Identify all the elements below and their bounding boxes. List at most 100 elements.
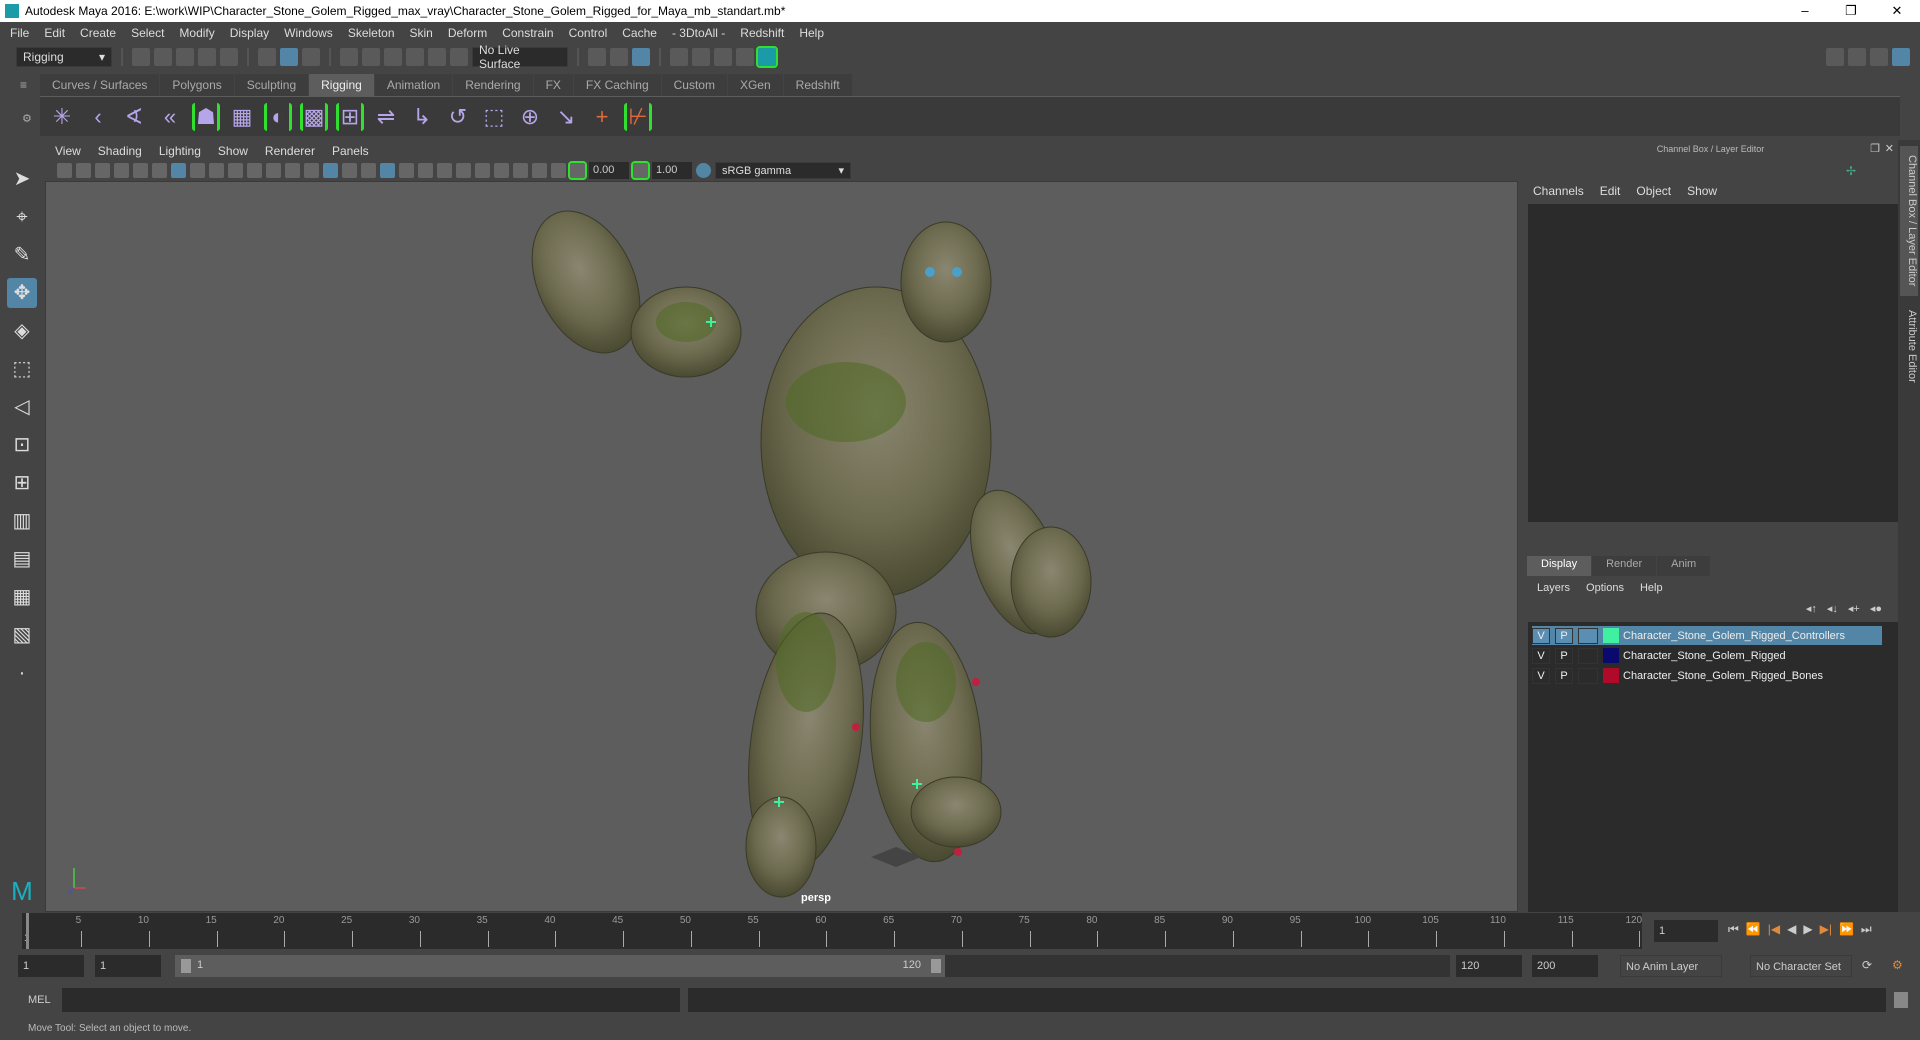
open-scene-icon[interactable] <box>154 48 172 66</box>
scale-tool-icon[interactable]: ⬚ <box>7 354 37 384</box>
current-frame-field[interactable]: 1 <box>1654 920 1718 942</box>
soft-select-icon[interactable]: ⊡ <box>7 430 37 460</box>
new-scene-icon[interactable] <box>132 48 150 66</box>
viewport-menu-panels[interactable]: Panels <box>332 144 369 158</box>
layout-four-icon[interactable]: ▥ <box>7 506 37 536</box>
layout-single-icon[interactable]: ⊞ <box>7 468 37 498</box>
grid-icon[interactable] <box>114 163 129 178</box>
visibility-toggle[interactable]: V <box>1532 627 1550 644</box>
menu-skin[interactable]: Skin <box>410 26 433 40</box>
layer-name[interactable]: Character_Stone_Golem_Rigged_Bones <box>1623 670 1823 682</box>
exposure-icon[interactable] <box>568 161 587 180</box>
bind-skin-icon[interactable]: ▦ <box>228 103 256 131</box>
safe-title-icon[interactable] <box>285 163 300 178</box>
shelf-tab-animation[interactable]: Animation <box>374 74 453 96</box>
pan-zoom-icon[interactable] <box>133 163 148 178</box>
restore-button[interactable]: ❐ <box>1828 0 1874 22</box>
dof-icon[interactable] <box>475 163 490 178</box>
insert-joint-icon[interactable]: ‹ <box>84 103 112 131</box>
shelf-tab-xgen[interactable]: XGen <box>727 74 783 96</box>
layer-tab-render[interactable]: Render <box>1592 556 1657 576</box>
field-chart-icon[interactable] <box>247 163 262 178</box>
quick-rig-icon[interactable]: ☗ <box>192 102 220 131</box>
menu-skeleton[interactable]: Skeleton <box>348 26 395 40</box>
channel-list[interactable] <box>1528 204 1898 522</box>
color-management-icon[interactable] <box>696 163 711 178</box>
channel-menu-edit[interactable]: Edit <box>1600 184 1621 198</box>
smooth-bind-icon[interactable]: ◐ <box>264 102 292 131</box>
tab-channel-box[interactable]: Channel Box / Layer Editor <box>1900 146 1918 296</box>
isolate-select-icon[interactable] <box>494 163 509 178</box>
new-layer-icon[interactable]: ◂+ <box>1848 602 1860 615</box>
move-layer-up-icon[interactable]: ◂↑ <box>1806 602 1817 615</box>
scale-constraint-icon[interactable]: ⬚ <box>480 103 508 131</box>
visibility-toggle[interactable]: V <box>1532 647 1550 664</box>
display-type-toggle[interactable] <box>1578 647 1598 664</box>
viewport-menu-renderer[interactable]: Renderer <box>265 144 315 158</box>
menu-cache[interactable]: Cache <box>622 26 657 40</box>
viewport-menu-show[interactable]: Show <box>218 144 248 158</box>
grid-toggle-icon[interactable] <box>171 163 186 178</box>
parent-constraint-icon[interactable]: ⇌ <box>372 103 400 131</box>
color-space-dropdown[interactable]: sRGB gamma ▾ <box>715 162 851 179</box>
preferences-icon[interactable]: ⚙ <box>1892 958 1903 972</box>
exposure-field[interactable]: 0.00 <box>589 162 629 179</box>
playback-start-field[interactable]: 1 <box>95 955 161 977</box>
range-start-handle[interactable] <box>181 959 191 973</box>
camera-attr-icon[interactable] <box>76 163 91 178</box>
menuset-dropdown[interactable]: Rigging ▾ <box>16 47 112 67</box>
menu-modify[interactable]: Modify <box>179 26 214 40</box>
pole-vector-icon[interactable]: ↘ <box>552 103 580 131</box>
play-backward-icon[interactable]: ◀ <box>1787 922 1796 937</box>
layer-row[interactable]: V P Character_Stone_Golem_Rigged <box>1532 646 1882 665</box>
layer-tab-anim[interactable]: Anim <box>1657 556 1711 576</box>
go-to-start-icon[interactable]: ⏮ <box>1728 922 1739 937</box>
display-type-toggle[interactable] <box>1578 627 1598 644</box>
create-joints-icon[interactable]: ✳ <box>48 103 76 131</box>
display-type-toggle[interactable] <box>1578 667 1598 684</box>
range-slider[interactable]: 1 120 <box>175 955 945 977</box>
move-tool-icon[interactable]: ✥ <box>7 278 37 308</box>
camera-icon[interactable] <box>57 163 72 178</box>
menu-file[interactable]: File <box>10 26 29 40</box>
grease-pencil-icon[interactable] <box>152 163 167 178</box>
step-forward-frame-icon[interactable]: ▶| <box>1820 922 1832 937</box>
motion-blur-icon[interactable] <box>437 163 452 178</box>
layout-outliner-icon[interactable]: ▦ <box>7 582 37 612</box>
shelf-tab-redshift[interactable]: Redshift <box>783 74 852 96</box>
tab-attribute-editor[interactable]: Attribute Editor <box>1900 300 1918 392</box>
film-gate-icon[interactable] <box>190 163 205 178</box>
layer-color-swatch[interactable] <box>1603 648 1619 663</box>
resolution-gate-icon[interactable] <box>209 163 224 178</box>
point-constraint-icon[interactable]: ↳ <box>408 103 436 131</box>
snap-curve-icon[interactable] <box>362 48 380 66</box>
xray-components-icon[interactable] <box>551 163 566 178</box>
snap-grid-icon[interactable] <box>340 48 358 66</box>
antialias-icon[interactable] <box>456 163 471 178</box>
current-time-marker[interactable] <box>26 913 29 949</box>
live-surface-field[interactable]: No Live Surface <box>472 43 568 71</box>
locator-icon[interactable]: + <box>588 103 616 131</box>
layout-graph-icon[interactable]: ▧ <box>7 620 37 650</box>
viewport-menu-lighting[interactable]: Lighting <box>159 144 201 158</box>
menu-constrain[interactable]: Constrain <box>502 26 553 40</box>
bookmark-icon[interactable] <box>95 163 110 178</box>
range-end-handle[interactable] <box>931 959 941 973</box>
last-tool-icon[interactable]: ◁ <box>7 392 37 422</box>
lights-icon[interactable] <box>380 163 395 178</box>
playback-end-field[interactable]: 120 <box>1456 955 1522 977</box>
script-editor-icon[interactable] <box>1894 992 1908 1008</box>
gamma-icon[interactable] <box>631 161 650 180</box>
render-settings-icon[interactable] <box>736 48 754 66</box>
minimize-button[interactable]: – <box>1782 0 1828 22</box>
channel-box-toggle-icon[interactable] <box>1892 48 1910 66</box>
select-hierarchy-icon[interactable] <box>258 48 276 66</box>
layer-row[interactable]: V P Character_Stone_Golem_Rigged_Controlle… <box>1532 626 1882 645</box>
new-layer-selected-icon[interactable]: ◂● <box>1870 602 1882 615</box>
step-back-key-icon[interactable]: ⏪ <box>1746 922 1761 937</box>
menu-control[interactable]: Control <box>569 26 608 40</box>
go-to-end-icon[interactable]: ⏭ <box>1861 922 1872 937</box>
end-time-field[interactable]: 200 <box>1532 955 1598 977</box>
orient-constraint-icon[interactable]: ↺ <box>444 103 472 131</box>
shelf-tab-polygons[interactable]: Polygons <box>160 74 234 96</box>
